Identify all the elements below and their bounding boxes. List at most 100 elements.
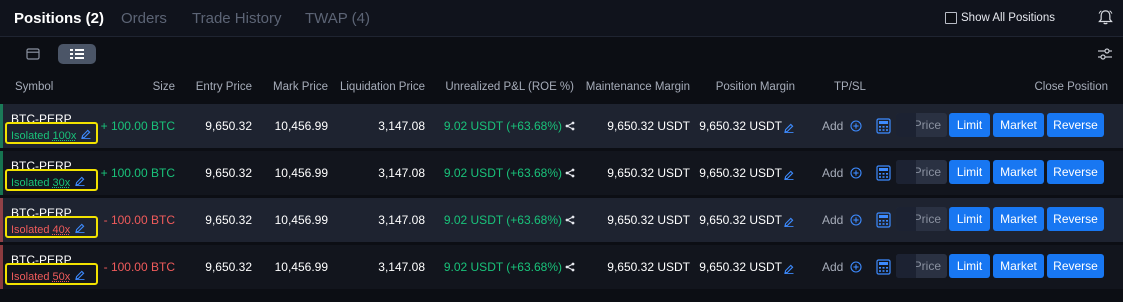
add-tpsl-button[interactable]: Add (822, 119, 862, 133)
list-view-icon (70, 49, 84, 59)
header-size: Size (152, 81, 175, 93)
add-tpsl-button[interactable]: Add (822, 166, 862, 180)
market-close-button[interactable]: Market (993, 254, 1044, 278)
liquidation-price: 3,147.08 (378, 119, 425, 133)
mark-price: 10,456.99 (274, 166, 328, 180)
view-toggle-row (0, 38, 1123, 72)
position-margin: 9,650.32 USDT (699, 166, 782, 180)
bell-icon[interactable] (1097, 9, 1114, 26)
header-mark-price: Mark Price (273, 81, 328, 93)
position-margin: 9,650.32 USDT (699, 260, 782, 274)
limit-close-button[interactable]: Limit (949, 113, 990, 137)
table-row: BTC-PERP Isolated 100x + 100.00 BTC 9,650.32… (0, 104, 1123, 148)
plus-circle-icon (850, 261, 862, 273)
unrealized-pnl: 9.02 USDT (+63.68%) (443, 119, 562, 133)
add-label: Add (822, 166, 844, 180)
header-entry-price: Entry Price (195, 81, 252, 93)
show-all-label: Show All Positions (961, 12, 1055, 24)
plus-circle-icon (850, 214, 862, 226)
liquidation-price: 3,147.08 (378, 260, 425, 274)
calculator-icon[interactable] (876, 118, 891, 134)
price-input-prefix (896, 254, 916, 278)
entry-price: 9,650.32 (205, 166, 252, 180)
pencil-icon[interactable] (784, 214, 794, 232)
add-label: Add (822, 119, 844, 133)
table-row: BTC-PERP Isolated 40x - 100.00 BTC 9,650.32 1… (0, 198, 1123, 242)
entry-price: 9,650.32 (205, 119, 252, 133)
market-close-button[interactable]: Market (993, 207, 1044, 231)
reverse-button[interactable]: Reverse (1047, 113, 1104, 137)
unrealized-pnl: 9.02 USDT (+63.68%) (443, 213, 562, 227)
table-row: BTC-PERP Isolated 30x + 100.00 BTC 9,650.32 1… (0, 151, 1123, 195)
add-tpsl-button[interactable]: Add (822, 213, 862, 227)
show-all-positions-toggle[interactable]: Show All Positions (945, 12, 1055, 24)
market-close-button[interactable]: Market (993, 160, 1044, 184)
plus-circle-icon (850, 167, 862, 179)
show-all-checkbox[interactable] (945, 12, 957, 24)
pencil-icon[interactable] (784, 261, 794, 279)
highlight-box (5, 263, 98, 285)
add-label: Add (822, 260, 844, 274)
reverse-button[interactable]: Reverse (1047, 160, 1104, 184)
add-label: Add (822, 213, 844, 227)
highlight-box (5, 216, 98, 238)
calculator-icon[interactable] (876, 165, 891, 181)
header-position-margin: Position Margin (715, 81, 795, 93)
header-maintenance-margin: Maintenance Margin (585, 81, 690, 93)
reverse-button[interactable]: Reverse (1047, 207, 1104, 231)
position-size: + 100.00 BTC (100, 119, 175, 133)
list-view-button[interactable] (58, 44, 96, 64)
tab-positions[interactable]: Positions (2) (14, 10, 104, 27)
price-input-prefix (896, 113, 916, 137)
header-symbol: Symbol (15, 81, 54, 93)
highlight-box (5, 122, 98, 144)
reverse-button[interactable]: Reverse (1047, 254, 1104, 278)
sliders-icon[interactable] (1098, 48, 1112, 60)
position-size: + 100.00 BTC (100, 166, 175, 180)
side-indicator (0, 151, 3, 195)
tab-twap[interactable]: TWAP (4) (305, 10, 370, 27)
add-tpsl-button[interactable]: Add (822, 260, 862, 274)
calculator-icon[interactable] (876, 212, 891, 228)
market-close-button[interactable]: Market (993, 113, 1044, 137)
pencil-icon[interactable] (784, 167, 794, 185)
calculator-icon[interactable] (876, 259, 891, 275)
maintenance-margin: 9,650.32 USDT (607, 119, 690, 133)
maintenance-margin: 9,650.32 USDT (607, 166, 690, 180)
table-row: BTC-PERP Isolated 50x - 100.00 BTC 9,650.32 1… (0, 245, 1123, 289)
mark-price: 10,456.99 (274, 213, 328, 227)
tab-trade-history[interactable]: Trade History (192, 10, 281, 27)
entry-price: 9,650.32 (205, 213, 252, 227)
mark-price: 10,456.99 (274, 260, 328, 274)
mark-price: 10,456.99 (274, 119, 328, 133)
limit-close-button[interactable]: Limit (949, 160, 990, 184)
limit-close-button[interactable]: Limit (949, 207, 990, 231)
tab-orders[interactable]: Orders (121, 10, 167, 27)
price-input-prefix (896, 160, 916, 184)
unrealized-pnl: 9.02 USDT (+63.68%) (443, 166, 562, 180)
header-tp-sl: TP/SL (834, 81, 866, 93)
top-tab-bar: Positions (2) Orders Trade History TWAP … (0, 0, 1123, 37)
card-view-button[interactable] (22, 44, 44, 64)
maintenance-margin: 9,650.32 USDT (607, 260, 690, 274)
header-unrealized-pnl: Unrealized P&L (ROE %) (445, 81, 574, 93)
liquidation-price: 3,147.08 (378, 166, 425, 180)
highlight-box (5, 169, 98, 191)
position-margin: 9,650.32 USDT (699, 213, 782, 227)
entry-price: 9,650.32 (205, 260, 252, 274)
limit-close-button[interactable]: Limit (949, 254, 990, 278)
side-indicator (0, 198, 3, 242)
position-size: - 100.00 BTC (103, 213, 175, 227)
side-indicator (0, 245, 3, 289)
position-margin: 9,650.32 USDT (699, 119, 782, 133)
unrealized-pnl: 9.02 USDT (+63.68%) (443, 260, 562, 274)
price-input-prefix (896, 207, 916, 231)
position-size: - 100.00 BTC (103, 260, 175, 274)
plus-circle-icon (850, 120, 862, 132)
header-liquidation-price: Liquidation Price (339, 81, 425, 93)
maintenance-margin: 9,650.32 USDT (607, 213, 690, 227)
pencil-icon[interactable] (784, 120, 794, 138)
card-view-icon (26, 48, 40, 60)
header-close-position: Close Position (1034, 81, 1108, 93)
liquidation-price: 3,147.08 (378, 213, 425, 227)
